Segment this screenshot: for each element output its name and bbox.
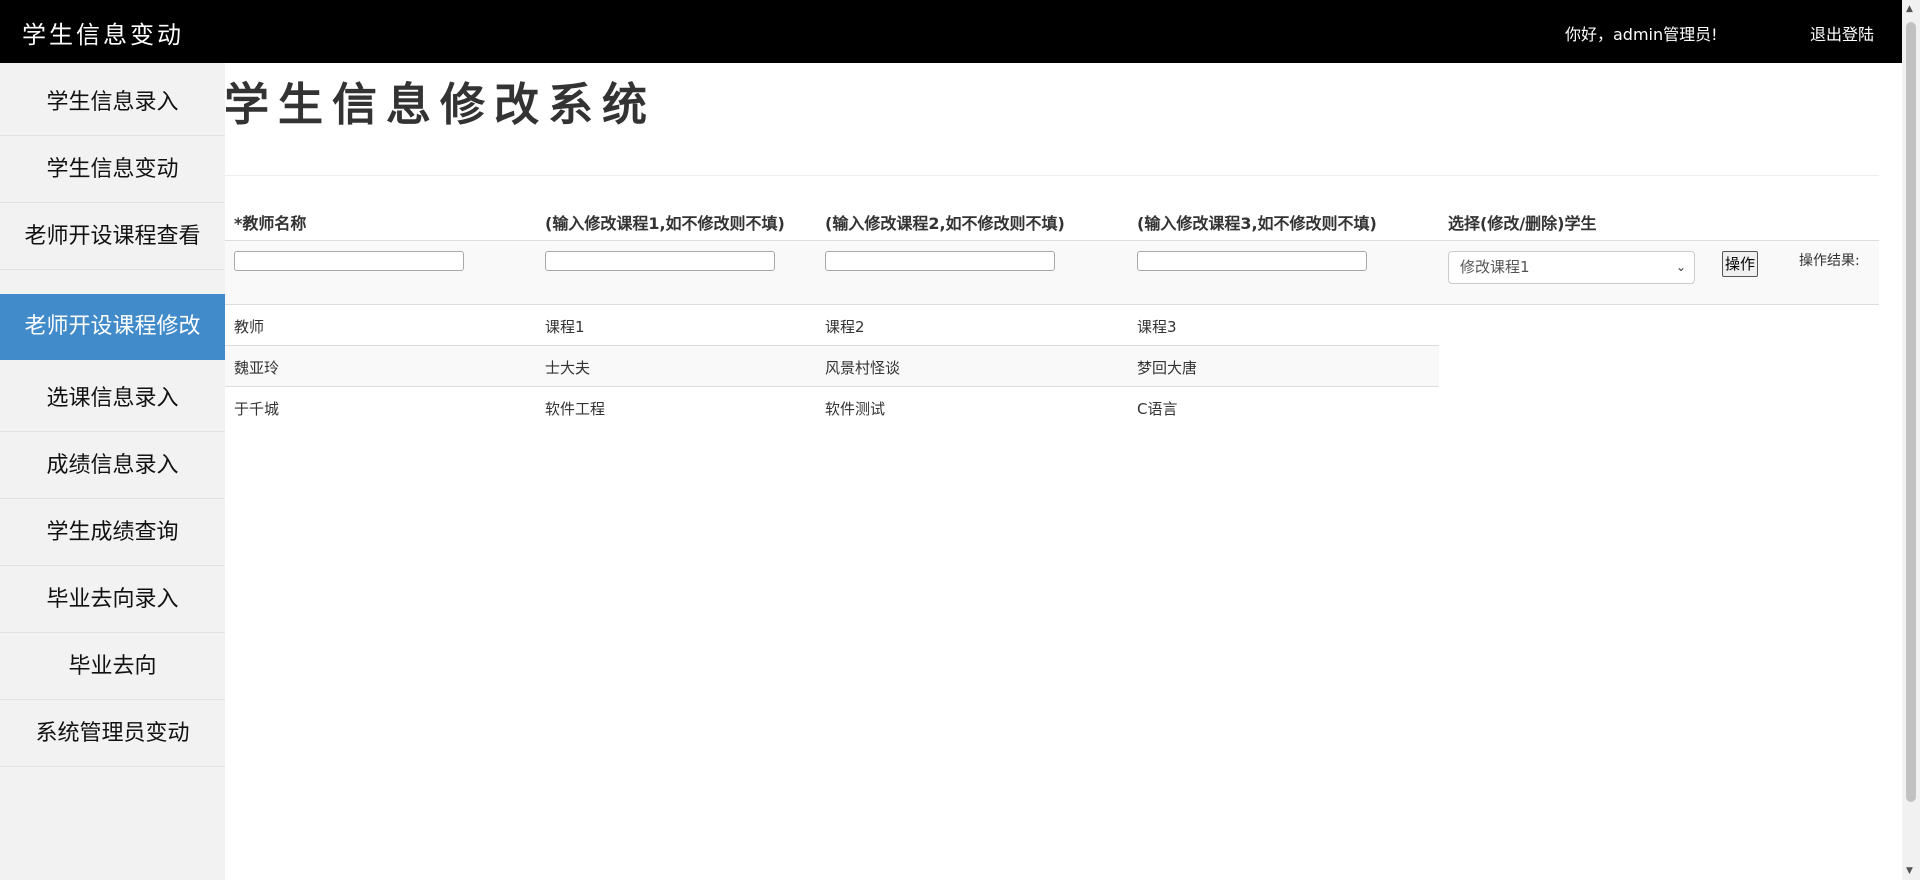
page-scrollbar[interactable]: ▲ ▼: [1902, 0, 1920, 880]
table-cell: 魏亚玲: [234, 359, 280, 377]
table-cell: 软件工程: [545, 400, 606, 418]
top-bar: 学生信息变动 你好，admin管理员! 退出登陆: [0, 0, 1902, 63]
table-cell: C语言: [1137, 400, 1178, 418]
input-row: 修改课程1 ⌄ 操作 操作结果:: [225, 240, 1879, 305]
course2-input[interactable]: [825, 251, 1055, 271]
table-cell: 梦回大唐: [1137, 359, 1198, 377]
divider: [225, 175, 1879, 176]
logout-link[interactable]: 退出登陆: [1810, 21, 1874, 45]
sidebar-item-student-entry[interactable]: 学生信息录入: [0, 70, 225, 136]
scroll-up-arrow-icon[interactable]: ▲: [1906, 4, 1913, 14]
sidebar-nav: 学生信息录入 学生信息变动 老师开设课程查看 老师开设课程修改 选课信息录入 成…: [0, 63, 225, 880]
teacher-name-input[interactable]: [234, 251, 464, 271]
sidebar-item-grade-query[interactable]: 学生成绩查询: [0, 500, 225, 566]
sidebar-item-grade-entry[interactable]: 成绩信息录入: [0, 433, 225, 499]
column-header-course2: 课程2: [825, 318, 865, 336]
column-header-teacher: 教师: [234, 318, 265, 336]
sidebar-item-student-change[interactable]: 学生信息变动: [0, 137, 225, 203]
sidebar-item-course-selection-entry[interactable]: 选课信息录入: [0, 366, 225, 432]
column-header-course1: 课程1: [545, 318, 585, 336]
sidebar-item-graduation[interactable]: 毕业去向: [0, 634, 225, 700]
sidebar-item-teacher-course-view[interactable]: 老师开设课程查看: [0, 204, 225, 270]
course3-input[interactable]: [1137, 251, 1367, 271]
table-cell: 士大夫: [545, 359, 591, 377]
chevron-down-icon: ⌄: [1675, 260, 1686, 274]
page-title: 学生信息修改系统: [224, 78, 657, 131]
action-select[interactable]: 修改课程1 ⌄: [1448, 251, 1695, 284]
header-course2: (输入修改课程2,如不修改则不填): [825, 214, 1065, 233]
table-row: 魏亚玲 士大夫 风景村怪谈 梦回大唐: [225, 346, 1439, 387]
header-course1: (输入修改课程1,如不修改则不填): [545, 214, 785, 233]
action-select-value: 修改课程1: [1460, 258, 1530, 276]
header-teacher-name: *教师名称: [234, 214, 307, 233]
table-header-row: 教师 课程1 课程2 课程3: [225, 305, 1439, 346]
result-label: 操作结果:: [1799, 253, 1860, 269]
table-cell: 于千城: [234, 400, 280, 418]
sidebar-item-teacher-course-edit[interactable]: 老师开设课程修改: [0, 294, 225, 360]
sidebar-item-graduation-entry[interactable]: 毕业去向录入: [0, 567, 225, 633]
header-course3: (输入修改课程3,如不修改则不填): [1137, 214, 1377, 233]
course1-input[interactable]: [545, 251, 775, 271]
table-cell: 风景村怪谈: [825, 359, 901, 377]
table-row: 于千城 软件工程 软件测试 C语言: [225, 387, 1439, 428]
user-greeting: 你好，admin管理员!: [1565, 25, 1718, 44]
sidebar-item-admin-change[interactable]: 系统管理员变动: [0, 701, 225, 767]
operate-button[interactable]: 操作: [1722, 251, 1758, 277]
scrollbar-thumb[interactable]: [1906, 22, 1916, 802]
column-header-course3: 课程3: [1137, 318, 1177, 336]
table-cell: 软件测试: [825, 400, 886, 418]
scroll-down-arrow-icon[interactable]: ▼: [1906, 866, 1913, 876]
header-action-select: 选择(修改/删除)学生: [1448, 214, 1597, 233]
app-title: 学生信息变动: [22, 21, 184, 49]
